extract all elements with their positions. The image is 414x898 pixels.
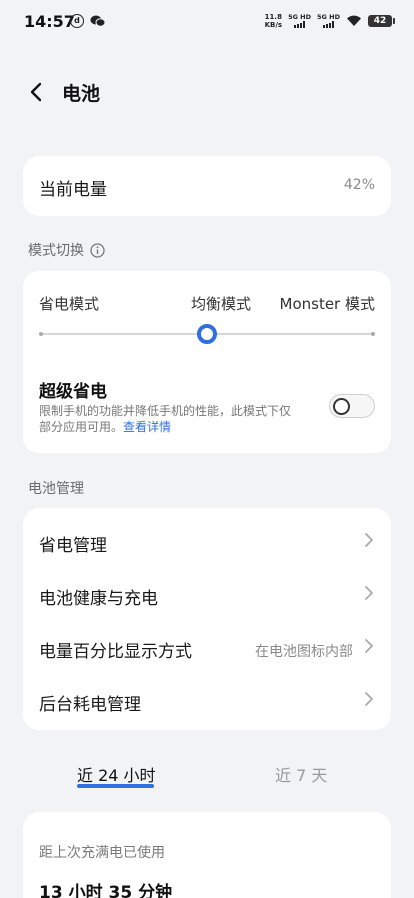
chevron-right-icon <box>365 586 373 600</box>
wifi-icon <box>347 15 361 26</box>
back-button[interactable] <box>22 78 50 106</box>
mode-options: 省电模式 均衡模式 Monster 模式 <box>39 293 375 315</box>
notification-icon: d <box>70 14 84 28</box>
info-icon[interactable] <box>90 242 105 258</box>
mode-slider-thumb[interactable] <box>197 324 217 344</box>
mode-option-power-saving[interactable]: 省电模式 <box>39 293 99 314</box>
chevron-right-icon <box>365 533 373 547</box>
page-title: 电池 <box>62 83 101 105</box>
notification-icons: d <box>70 14 106 28</box>
list-item-percentage-display[interactable]: 电量百分比显示方式 在电池图标内部 <box>23 619 391 672</box>
chevron-right-icon <box>365 639 373 653</box>
battery-management-title: 电池管理 <box>28 481 84 497</box>
active-tab-indicator <box>77 784 154 788</box>
list-item-battery-health[interactable]: 电池健康与充电 <box>23 566 391 619</box>
usage-label: 距上次充满电已使用 <box>39 845 165 861</box>
usage-value: 13 小时 35 分钟 <box>39 883 173 898</box>
view-details-link[interactable]: 查看详情 <box>123 420 171 434</box>
mode-switch-title: 模式切换 <box>28 243 84 259</box>
current-battery-card: 当前电量 42% <box>23 156 391 216</box>
list-item-background-power[interactable]: 后台耗电管理 <box>23 672 391 725</box>
current-battery-label: 当前电量 <box>39 180 107 200</box>
mode-switch-section: 模式切换 <box>28 240 105 260</box>
app-header: 电池 <box>0 68 414 116</box>
network-speed: 11.8 KB/s <box>264 13 283 29</box>
mode-option-balanced[interactable]: 均衡模式 <box>191 293 251 314</box>
super-saver-toggle[interactable] <box>329 394 375 418</box>
status-bar: 14:57 d 11.8 KB/s 5G HD 5G HD 42 <box>0 0 414 44</box>
tab-24-hours[interactable]: 近 24 小时 <box>77 762 156 786</box>
mode-option-monster[interactable]: Monster 模式 <box>280 293 376 314</box>
super-saver-description: 限制手机的功能并降低手机的性能，此模式下仅部分应用可用。查看详情 <box>39 404 292 434</box>
mode-switch-card: 省电模式 均衡模式 Monster 模式 超级省电 限制手机的功能并降低手机的性… <box>23 271 391 453</box>
toggle-knob <box>333 397 350 415</box>
wechat-icon <box>90 15 106 27</box>
battery-management-card: 省电管理 电池健康与充电 电量百分比显示方式 在电池图标内部 后台耗电管理 <box>23 508 391 730</box>
usage-card: 距上次充满电已使用 13 小时 35 分钟 <box>23 812 391 898</box>
slider-stop-right <box>371 332 375 336</box>
slider-stop-left <box>39 332 43 336</box>
tab-7-days[interactable]: 近 7 天 <box>275 762 327 786</box>
battery-icon: 42 <box>368 15 395 27</box>
current-battery-value: 42% <box>343 177 375 193</box>
chevron-right-icon <box>365 692 373 706</box>
chevron-left-icon <box>30 82 42 102</box>
status-time: 14:57 <box>24 12 75 31</box>
status-right: 11.8 KB/s 5G HD 5G HD 42 <box>264 13 395 29</box>
sim1-signal-icon: 5G HD <box>288 14 311 28</box>
super-saver-title: 超级省电 <box>39 382 107 402</box>
list-item-power-saving-management[interactable]: 省电管理 <box>23 513 391 566</box>
sim2-signal-icon: 5G HD <box>317 14 340 28</box>
